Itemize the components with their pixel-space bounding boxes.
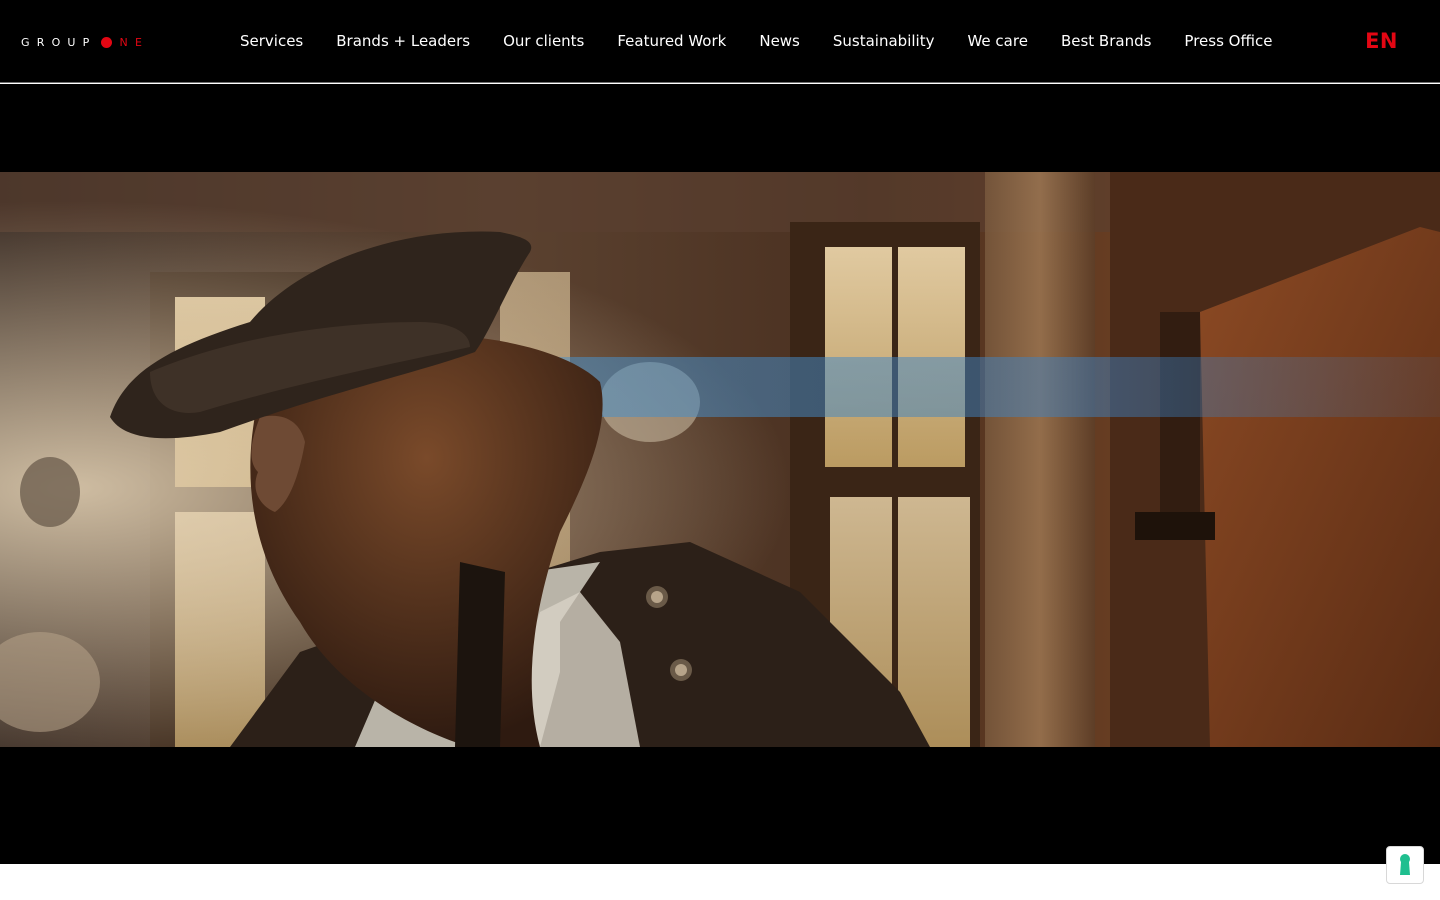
nav-item-our-clients[interactable]: Our clients: [503, 0, 584, 83]
language-switcher[interactable]: EN: [1365, 29, 1398, 53]
group-one-logo[interactable]: GROUP NE: [21, 35, 149, 49]
video-still-image: [0, 172, 1440, 747]
privacy-settings-button[interactable]: [1386, 846, 1424, 884]
logo-red-dot-icon: [100, 36, 112, 48]
nav-item-services[interactable]: Services: [240, 0, 303, 83]
keyhole-icon: [1400, 854, 1410, 875]
nav-item-best-brands[interactable]: Best Brands: [1061, 0, 1151, 83]
nav-item-press-office[interactable]: Press Office: [1184, 0, 1272, 83]
page: GROUP NE Services Brands + Leaders Our c…: [0, 0, 1440, 900]
site-header: GROUP NE Services Brands + Leaders Our c…: [0, 0, 1440, 83]
logo-word-ne: NE: [119, 35, 150, 49]
nav-item-featured-work[interactable]: Featured Work: [617, 0, 726, 83]
hero-video[interactable]: [0, 172, 1440, 747]
main-navigation: Services Brands + Leaders Our clients Fe…: [240, 0, 1272, 83]
nav-item-brands-leaders[interactable]: Brands + Leaders: [336, 0, 470, 83]
nav-item-news[interactable]: News: [759, 0, 800, 83]
logo-word-group: GROUP: [21, 35, 97, 49]
nav-item-sustainability[interactable]: Sustainability: [833, 0, 935, 83]
hero-video-section: [0, 84, 1440, 864]
nav-item-we-care[interactable]: We care: [967, 0, 1027, 83]
